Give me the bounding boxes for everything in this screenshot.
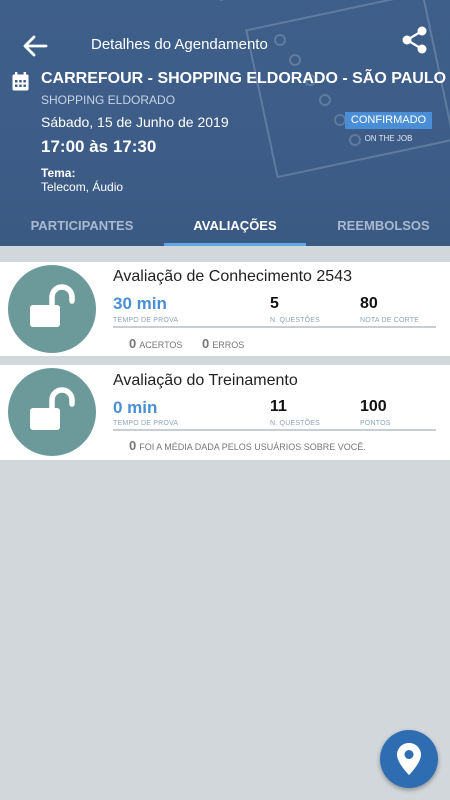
unlock-icon [8,368,96,456]
appointment-date: Sábado, 15 de Junho de 2019 [41,114,229,130]
score-label: PONTOS [360,420,391,427]
map-button[interactable] [380,730,438,788]
tema-value: Telecom, Áudio [41,180,124,194]
share-icon[interactable] [402,26,428,54]
questions-label: N. QUESTÕES [270,317,321,324]
tab-avaliacoes[interactable]: AVALIAÇÕES [164,205,306,246]
time-value: 30 min [113,294,167,313]
evaluation-title: Avaliação do Treinamento [113,372,298,389]
map-pin-icon [397,743,421,775]
erros-value: 0 [202,336,210,351]
time-label: TEMPO DE PROVA [113,420,179,427]
divider [113,429,436,431]
status-subtitle: ON THE JOB [364,134,413,143]
divider [113,326,436,328]
acertos-stat: 0 ACERTOS [129,336,182,351]
tab-participantes[interactable]: PARTICIPANTES [0,205,164,246]
mall-name: SHOPPING ELDORADO [41,93,176,107]
media-stat: 0 FOI A MÉDIA DADA PELOS USUÁRIOS SOBRE V… [129,438,366,453]
unlock-icon [8,265,96,353]
status-badge: CONFIRMADO [345,112,432,129]
appointment-time: 17:00 às 17:30 [41,137,157,156]
score-value: 100 [360,398,387,415]
tab-bar: PARTICIPANTES AVALIAÇÕES REEMBOLSOS [0,205,450,246]
erros-stat: 0 ERROS [202,336,244,351]
header: Detalhes do Agendamento CARREFOUR - SHOP… [0,0,450,246]
store-name: CARREFOUR - SHOPPING ELDORADO - SÃO PAUL… [41,70,447,87]
acertos-value: 0 [129,336,137,351]
tab-reembolsos[interactable]: REEMBOLSOS [306,205,450,246]
acertos-label: ACERTOS [139,340,183,350]
erros-label: ERROS [212,340,245,350]
time-label: TEMPO DE PROVA [113,317,179,324]
top-bar: Detalhes do Agendamento [0,22,450,66]
questions-value: 11 [270,398,287,415]
evaluation-card[interactable]: Avaliação do Treinamento 0 min TEMPO DE … [0,365,450,460]
time-value: 0 min [113,398,158,417]
media-value: 0 [129,438,137,453]
questions-label: N. QUESTÕES [270,420,321,427]
questions-value: 5 [270,295,279,312]
evaluation-card[interactable]: Avaliação de Conhecimento 2543 30 min TE… [0,262,450,356]
tema-label: Tema: [41,166,76,180]
score-value: 80 [360,295,378,312]
score-label: NOTA DE CORTE [360,317,420,324]
evaluation-title: Avaliação de Conhecimento 2543 [113,268,352,285]
page-title: Detalhes do Agendamento [91,36,268,53]
back-arrow-icon[interactable] [22,34,48,58]
media-label: FOI A MÉDIA DADA PELOS USUÁRIOS SOBRE VO… [139,442,366,452]
calendar-icon [12,72,29,91]
